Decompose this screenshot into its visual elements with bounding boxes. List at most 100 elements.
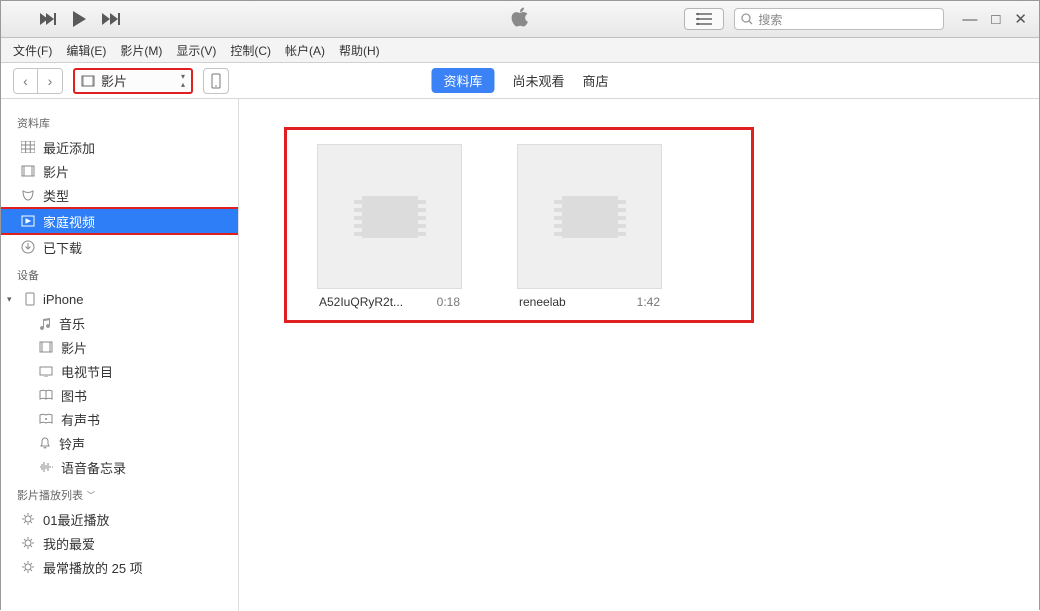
sidebar-item-label: 最近添加 bbox=[43, 138, 95, 157]
sidebar-item-movies[interactable]: 影片 bbox=[1, 159, 238, 183]
menu-control[interactable]: 控制(C) bbox=[230, 42, 271, 59]
sidebar-item-label: 语音备忘录 bbox=[61, 458, 126, 477]
list-view-button[interactable] bbox=[684, 8, 724, 30]
play-button[interactable] bbox=[67, 7, 91, 31]
menu-movies[interactable]: 影片(M) bbox=[120, 42, 162, 59]
video-duration: 0:18 bbox=[437, 295, 460, 309]
minimize-button[interactable]: — bbox=[962, 12, 977, 27]
video-duration: 1:42 bbox=[637, 295, 660, 309]
maximize-button[interactable]: □ bbox=[991, 12, 1000, 27]
sidebar-item-label: 01最近播放 bbox=[43, 510, 109, 529]
back-button[interactable]: ‹ bbox=[14, 69, 38, 93]
video-name: reneelab bbox=[519, 295, 566, 309]
sidebar-item-label: 影片 bbox=[43, 162, 69, 181]
nav-arrows: ‹ › bbox=[13, 68, 63, 94]
menu-help[interactable]: 帮助(H) bbox=[339, 42, 380, 59]
highlight-annotation: A52IuQRyR2t... 0:18 reneelab 1:42 bbox=[284, 127, 754, 323]
sidebar-item-label: iPhone bbox=[43, 292, 83, 307]
chevron-down-icon[interactable]: ﹀ bbox=[87, 490, 95, 501]
music-icon bbox=[39, 317, 51, 330]
sidebar-item-label: 影片 bbox=[61, 338, 87, 357]
search-icon bbox=[741, 13, 753, 25]
sidebar-item-label: 图书 bbox=[61, 386, 87, 405]
content-area: A52IuQRyR2t... 0:18 reneelab 1:42 bbox=[239, 99, 1039, 611]
home-video-icon bbox=[21, 215, 35, 227]
video-item[interactable]: A52IuQRyR2t... 0:18 bbox=[317, 144, 462, 312]
sidebar-item-label: 我的最爱 bbox=[43, 534, 95, 553]
tv-icon bbox=[39, 365, 53, 377]
sidebar-item-label: 最常播放的 25 项 bbox=[43, 558, 143, 577]
video-thumbnail bbox=[317, 144, 462, 289]
toolbar: ‹ › 影片 ▾▴ 资料库 尚未观看 商店 bbox=[1, 63, 1039, 99]
device-button[interactable] bbox=[203, 68, 229, 94]
video-name: A52IuQRyR2t... bbox=[319, 295, 403, 309]
window-controls: — □ ✕ bbox=[958, 12, 1031, 27]
next-button[interactable] bbox=[99, 7, 123, 31]
gear-icon bbox=[21, 512, 35, 526]
mask-icon bbox=[21, 188, 35, 202]
sidebar-item-voice-memos[interactable]: 语音备忘录 bbox=[1, 455, 238, 479]
sidebar-section-playlists: 影片播放列表 ﹀ bbox=[1, 483, 238, 507]
titlebar: 搜索 — □ ✕ bbox=[1, 1, 1039, 38]
video-meta: reneelab 1:42 bbox=[517, 295, 662, 309]
sidebar-playlist-top25[interactable]: 最常播放的 25 项 bbox=[1, 555, 238, 579]
sidebar: 资料库 最近添加 影片 类型 家庭视频 已下载 设备 ▾ iPhone bbox=[1, 99, 239, 611]
video-item[interactable]: reneelab 1:42 bbox=[517, 144, 662, 312]
menu-file[interactable]: 文件(F) bbox=[13, 42, 52, 59]
sidebar-item-label: 有声书 bbox=[61, 410, 100, 429]
sidebar-item-label: 音乐 bbox=[59, 314, 85, 333]
close-button[interactable]: ✕ bbox=[1014, 12, 1027, 27]
video-thumbnail bbox=[517, 144, 662, 289]
sidebar-item-audiobooks[interactable]: 有声书 bbox=[1, 407, 238, 431]
gear-icon bbox=[21, 560, 35, 574]
filmstrip-icon bbox=[362, 196, 418, 238]
tab-library[interactable]: 资料库 bbox=[431, 68, 494, 93]
filmstrip-icon bbox=[562, 196, 618, 238]
sidebar-item-label: 电视节目 bbox=[61, 362, 113, 381]
sidebar-item-iphone[interactable]: ▾ iPhone bbox=[1, 287, 238, 311]
phone-icon bbox=[211, 73, 221, 89]
sidebar-item-music[interactable]: 音乐 bbox=[1, 311, 238, 335]
tab-unwatched[interactable]: 尚未观看 bbox=[512, 71, 564, 90]
sidebar-item-home-videos[interactable]: 家庭视频 bbox=[1, 209, 238, 233]
main-area: 资料库 最近添加 影片 类型 家庭视频 已下载 设备 ▾ iPhone bbox=[1, 99, 1039, 611]
search-placeholder: 搜索 bbox=[758, 11, 782, 28]
film-icon bbox=[81, 75, 95, 87]
audiobook-icon bbox=[39, 413, 53, 425]
titlebar-right: 搜索 — □ ✕ bbox=[684, 8, 1039, 30]
playback-controls bbox=[35, 7, 123, 31]
sidebar-playlist-favorites[interactable]: 我的最爱 bbox=[1, 531, 238, 555]
sidebar-item-books[interactable]: 图书 bbox=[1, 383, 238, 407]
menu-account[interactable]: 帐户(A) bbox=[285, 42, 325, 59]
sidebar-item-device-movies[interactable]: 影片 bbox=[1, 335, 238, 359]
sidebar-item-downloaded[interactable]: 已下载 bbox=[1, 235, 238, 259]
category-selector[interactable]: 影片 ▾▴ bbox=[73, 68, 193, 94]
sidebar-playlist-recent[interactable]: 01最近播放 bbox=[1, 507, 238, 531]
sidebar-item-label: 类型 bbox=[43, 186, 69, 205]
chevron-down-icon: ▾▴ bbox=[181, 73, 185, 89]
waveform-icon bbox=[39, 461, 53, 473]
apple-logo-icon bbox=[510, 6, 530, 33]
forward-button[interactable]: › bbox=[38, 69, 62, 93]
sidebar-item-ringtones[interactable]: 铃声 bbox=[1, 431, 238, 455]
menu-edit[interactable]: 编辑(E) bbox=[66, 42, 106, 59]
sidebar-item-recent[interactable]: 最近添加 bbox=[1, 135, 238, 159]
menubar: 文件(F) 编辑(E) 影片(M) 显示(V) 控制(C) 帐户(A) 帮助(H… bbox=[1, 38, 1039, 63]
search-input[interactable]: 搜索 bbox=[734, 8, 944, 30]
menu-view[interactable]: 显示(V) bbox=[176, 42, 216, 59]
library-tabs: 资料库 尚未观看 商店 bbox=[431, 68, 608, 93]
gear-icon bbox=[21, 536, 35, 550]
tab-store[interactable]: 商店 bbox=[583, 71, 609, 90]
sidebar-section-library: 资料库 bbox=[1, 111, 238, 135]
disclosure-triangle-icon[interactable]: ▾ bbox=[7, 294, 17, 305]
grid-icon bbox=[21, 141, 35, 153]
category-label: 影片 bbox=[101, 71, 127, 90]
sidebar-section-devices: 设备 bbox=[1, 263, 238, 287]
sidebar-item-genres[interactable]: 类型 bbox=[1, 183, 238, 207]
sidebar-item-tv[interactable]: 电视节目 bbox=[1, 359, 238, 383]
previous-button[interactable] bbox=[35, 7, 59, 31]
film-icon bbox=[21, 165, 35, 177]
highlight-annotation: 家庭视频 bbox=[1, 207, 239, 235]
sidebar-item-label: 家庭视频 bbox=[43, 212, 95, 231]
sidebar-item-label: 铃声 bbox=[59, 434, 85, 453]
